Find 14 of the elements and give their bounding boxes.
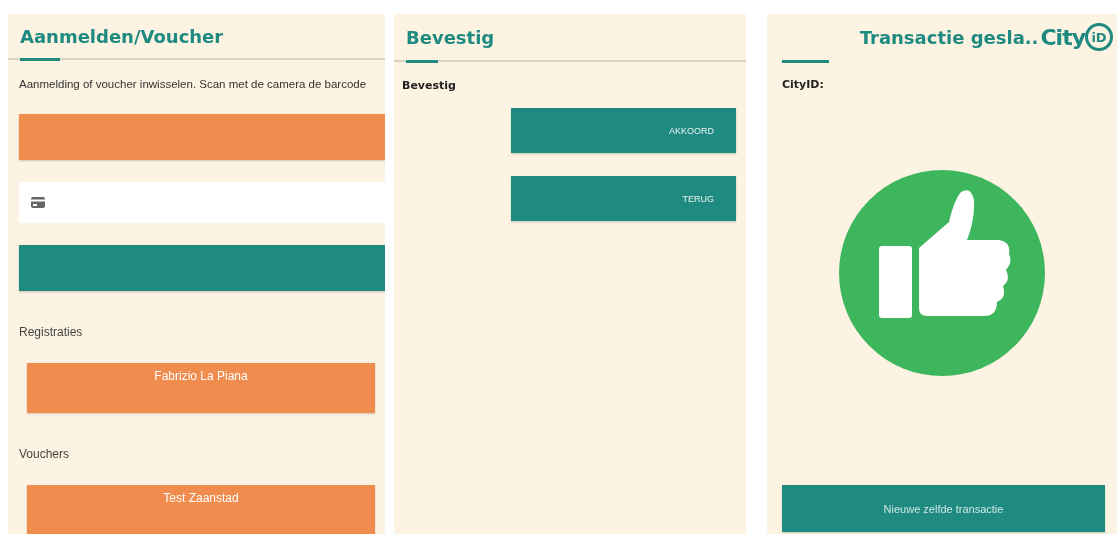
screen-title: Aanmelden/Voucher	[20, 25, 224, 47]
section-heading: Vouchers	[19, 446, 71, 461]
action-button[interactable]: TERUG	[511, 176, 736, 221]
field-label: CityID:	[782, 78, 825, 91]
action-button[interactable]: AKKOORD	[511, 108, 736, 153]
list-item[interactable]: Fabrizio La Piana	[27, 363, 375, 413]
instruction-text: Aanmelding of voucher inwisselen. Scan met de camera de barcode	[19, 78, 368, 91]
new-transaction-button[interactable]: Nieuwe zelfde transactie	[782, 485, 1105, 532]
section-heading: Registraties	[19, 325, 84, 340]
list-item[interactable]: Test Zaanstad	[27, 484, 375, 534]
screen-title: Bevestig	[406, 26, 495, 48]
screen-title: Transactie gesla..	[859, 26, 1039, 48]
subtitle: Bevestig	[402, 79, 457, 92]
logo: City iD	[1040, 23, 1113, 51]
